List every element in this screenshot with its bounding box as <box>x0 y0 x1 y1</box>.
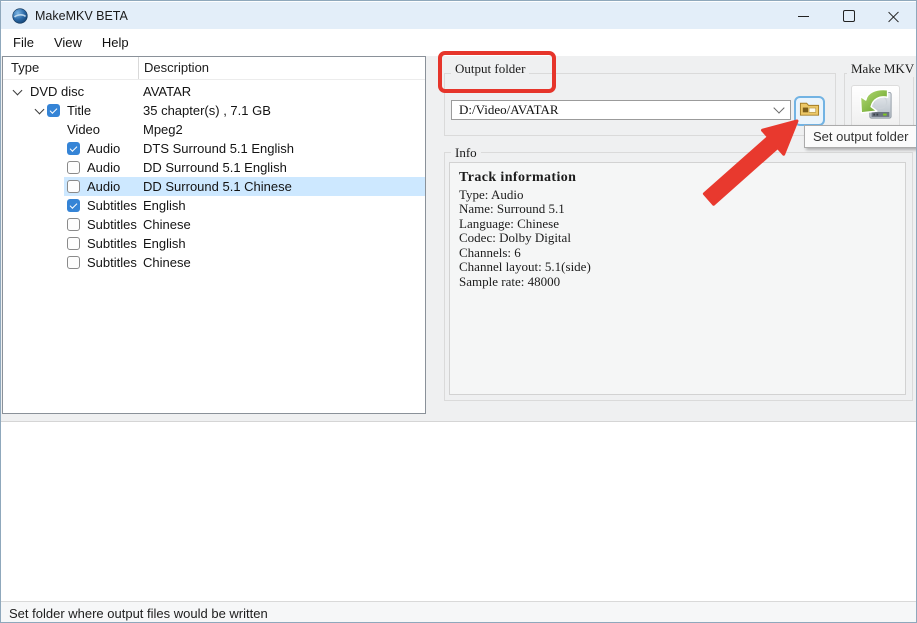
minimize-button[interactable] <box>781 2 826 30</box>
minimize-icon <box>798 16 809 17</box>
close-icon <box>888 11 899 22</box>
checkbox-checked[interactable] <box>67 142 80 155</box>
info-line-type: Type: Audio <box>459 188 591 203</box>
info-panel: Track information Type: Audio Name: Surr… <box>449 162 906 395</box>
row-description: DD Surround 5.1 English <box>143 160 287 175</box>
chevron-down-icon[interactable] <box>9 84 25 100</box>
folder-icon <box>799 100 820 122</box>
tree-row[interactable]: Subtitles English <box>3 196 425 215</box>
maximize-button[interactable] <box>826 2 871 30</box>
row-type: Subtitles <box>87 236 137 251</box>
close-button[interactable] <box>871 2 916 30</box>
tooltip-text: Set output folder <box>813 129 908 144</box>
checkbox-unchecked[interactable] <box>67 161 80 174</box>
tree-row[interactable]: Subtitles Chinese <box>3 215 425 234</box>
status-bar: Set folder where output files would be w… <box>1 601 916 623</box>
row-description: AVATAR <box>143 84 191 99</box>
row-type: Title <box>67 103 91 118</box>
row-type: Audio <box>87 179 120 194</box>
title-tree-panel: Type Description DVD disc AVATAR Title 3… <box>2 56 426 414</box>
tree-rows: DVD disc AVATAR Title 35 chapter(s) , 7.… <box>3 80 425 272</box>
tree-row[interactable]: Video Mpeg2 <box>3 120 425 139</box>
row-description: Chinese <box>143 255 191 270</box>
tree-row[interactable]: Audio DD Surround 5.1 English <box>3 158 425 177</box>
info-line-channel-layout: Channel layout: 5.1(side) <box>459 260 591 275</box>
row-description: DTS Surround 5.1 English <box>143 141 294 156</box>
chevron-down-icon[interactable] <box>768 108 790 112</box>
output-path-combobox[interactable]: D:/Video/AVATAR <box>451 100 791 120</box>
make-mkv-button[interactable] <box>851 85 900 128</box>
row-description: Chinese <box>143 217 191 232</box>
make-mkv-icon <box>858 88 894 125</box>
row-description: English <box>143 198 186 213</box>
row-description: English <box>143 236 186 251</box>
checkbox-checked[interactable] <box>67 199 80 212</box>
menu-file[interactable]: File <box>3 31 44 54</box>
info-label: Info <box>451 145 481 161</box>
checkbox-unchecked[interactable] <box>67 237 80 250</box>
info-line-sample-rate: Sample rate: 48000 <box>459 275 591 290</box>
tree-row[interactable]: Subtitles English <box>3 234 425 253</box>
info-line-codec: Codec: Dolby Digital <box>459 231 591 246</box>
checkbox-unchecked[interactable] <box>67 218 80 231</box>
tree-row[interactable]: Title 35 chapter(s) , 7.1 GB <box>3 101 425 120</box>
app-icon <box>12 8 28 24</box>
row-type: Audio <box>87 160 120 175</box>
checkbox-unchecked[interactable] <box>67 256 80 269</box>
row-type: Subtitles <box>87 198 137 213</box>
output-path-value: D:/Video/AVATAR <box>452 102 768 118</box>
row-type: Audio <box>87 141 120 156</box>
column-header-description[interactable]: Description <box>139 57 425 79</box>
tooltip-set-output-folder: Set output folder <box>804 125 917 148</box>
info-line-language: Language: Chinese <box>459 217 591 232</box>
column-header-type[interactable]: Type <box>3 57 139 79</box>
window-title: MakeMKV BETA <box>35 9 128 23</box>
red-highlight-box <box>438 51 556 93</box>
checkbox-checked[interactable] <box>47 104 60 117</box>
chevron-down-icon[interactable] <box>31 103 47 119</box>
track-info-heading: Track information <box>459 171 591 186</box>
menu-view[interactable]: View <box>44 31 92 54</box>
row-type: Subtitles <box>87 255 137 270</box>
tree-row[interactable]: Subtitles Chinese <box>3 253 425 272</box>
row-description: DD Surround 5.1 Chinese <box>143 179 292 194</box>
menu-help[interactable]: Help <box>92 31 139 54</box>
tree-row-selected[interactable]: Audio DD Surround 5.1 Chinese <box>3 177 425 196</box>
set-output-folder-button[interactable] <box>794 96 825 126</box>
tree-row[interactable]: Audio DTS Surround 5.1 English <box>3 139 425 158</box>
row-description: Mpeg2 <box>143 122 183 137</box>
row-type: Video <box>67 122 100 137</box>
row-type: DVD disc <box>30 84 84 99</box>
maximize-icon <box>843 10 855 22</box>
checkbox-unchecked[interactable] <box>67 180 80 193</box>
row-type: Subtitles <box>87 217 137 232</box>
row-description: 35 chapter(s) , 7.1 GB <box>143 103 271 118</box>
info-line-channels: Channels: 6 <box>459 246 591 261</box>
status-text: Set folder where output files would be w… <box>1 606 268 621</box>
tree-header: Type Description <box>3 57 425 80</box>
log-area <box>1 421 916 602</box>
tree-row[interactable]: DVD disc AVATAR <box>3 82 425 101</box>
makemkv-window: MakeMKV BETA File View Help Type Descrip… <box>0 0 917 623</box>
info-line-name: Name: Surround 5.1 <box>459 202 591 217</box>
titlebar: MakeMKV BETA <box>1 1 916 30</box>
make-mkv-label: Make MKV <box>847 61 917 77</box>
